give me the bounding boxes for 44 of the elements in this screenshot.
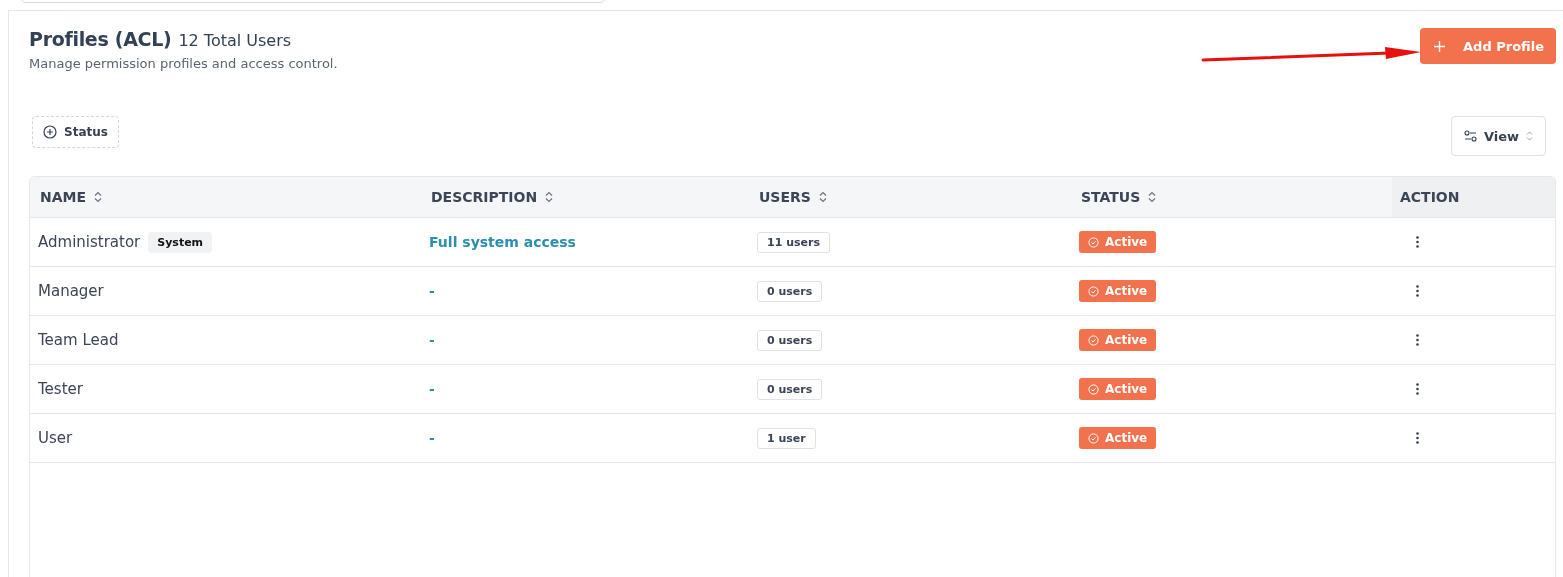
system-tag: System xyxy=(148,231,213,253)
status-badge: Active xyxy=(1079,280,1157,302)
check-circle-icon xyxy=(1088,383,1099,395)
sliders-icon xyxy=(1463,130,1477,142)
plus-circle-icon xyxy=(43,125,57,139)
user-count-badge: 0 users xyxy=(757,329,823,351)
column-header[interactable]: STATUS xyxy=(1081,189,1157,205)
check-circle-icon xyxy=(1088,432,1099,444)
check-circle-icon xyxy=(1088,285,1099,297)
plus-icon xyxy=(1434,40,1445,52)
column-header[interactable]: USERS xyxy=(759,189,827,205)
check-circle-icon xyxy=(1088,236,1099,248)
column-header[interactable]: NAME xyxy=(40,189,103,205)
status-badge: Active xyxy=(1079,378,1157,400)
profile-description: - xyxy=(429,283,435,299)
profile-description: Full system access xyxy=(429,234,576,250)
profile-name: Team Lead xyxy=(38,331,119,349)
status-filter-button[interactable]: Status xyxy=(32,116,119,148)
profile-name: Tester xyxy=(38,380,83,398)
sort-icon[interactable] xyxy=(1148,191,1157,203)
sort-icon[interactable] xyxy=(818,191,827,203)
profile-name: Manager xyxy=(38,282,104,300)
page-subtitle: Manage permission profiles and access control. xyxy=(29,56,338,71)
check-circle-icon xyxy=(1088,334,1099,346)
sort-icon[interactable] xyxy=(545,191,554,203)
user-count-badge: 0 users xyxy=(757,280,823,302)
user-count-badge: 0 users xyxy=(757,378,823,400)
user-count: 12 Total Users xyxy=(178,31,292,50)
profile-description: - xyxy=(429,430,435,446)
user-count-badge: 1 user xyxy=(757,427,816,449)
column-header: ACTION xyxy=(1400,189,1460,205)
column-header[interactable]: DESCRIPTION xyxy=(431,189,554,205)
user-count-badge: 11 users xyxy=(757,231,830,253)
page-title: Profiles (ACL) xyxy=(29,28,172,50)
chevrons-icon xyxy=(1526,131,1533,141)
profile-description: - xyxy=(429,332,435,348)
profile-name: Administrator xyxy=(38,233,141,251)
status-badge: Active xyxy=(1079,427,1157,449)
profile-name: User xyxy=(38,429,73,447)
view-button[interactable]: View xyxy=(1450,116,1546,156)
status-badge: Active xyxy=(1079,231,1157,253)
profile-description: - xyxy=(429,381,435,397)
sort-icon[interactable] xyxy=(94,191,103,203)
status-badge: Active xyxy=(1079,329,1157,351)
